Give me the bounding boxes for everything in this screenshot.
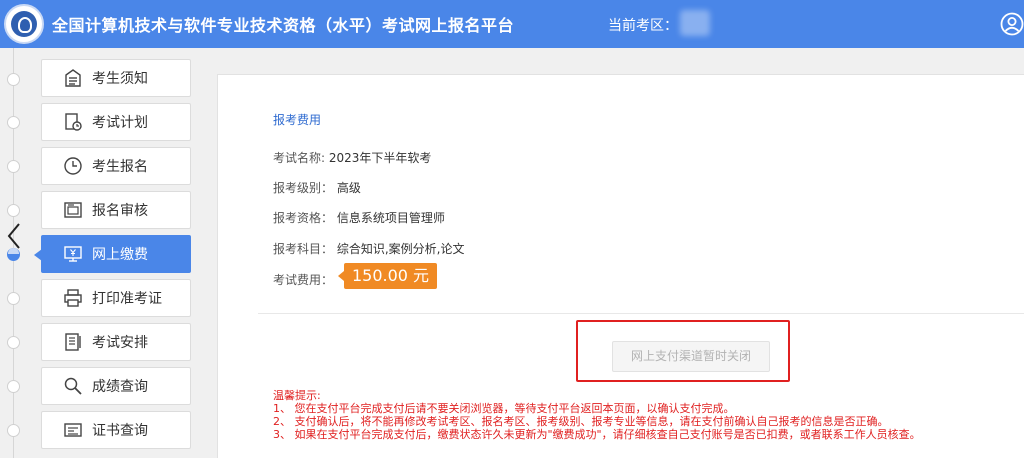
clock-icon xyxy=(62,155,84,177)
certificate-icon xyxy=(62,419,84,441)
chevron-left-icon[interactable] xyxy=(6,222,22,255)
user-icon[interactable] xyxy=(1000,12,1024,36)
sidebar-item-payment[interactable]: 网上缴费 xyxy=(34,235,191,273)
notice-icon xyxy=(62,67,84,89)
sidebar-item-review[interactable]: 报名审核 xyxy=(41,191,191,229)
level-value: 高级 xyxy=(336,181,361,195)
warm-tips: 温馨提示: 1、 您在支付平台完成支付后请不要关闭浏览器，等待支付平台返回本页面… xyxy=(273,389,921,441)
timeline-dot xyxy=(7,292,20,305)
sidebar-item-score-query[interactable]: 成绩查询 xyxy=(41,367,191,405)
app-title: 全国计算机技术与软件专业技术资格（水平）考试网上报名平台 xyxy=(52,16,515,35)
payment-panel: 报考费用 考试名称: 2023年下半年软考 报考级别： 高级 报考资格： 信息系… xyxy=(217,74,1024,458)
fee-row: 考试费用： xyxy=(273,273,334,287)
printer-icon xyxy=(62,287,84,309)
qualification-row: 报考资格： 信息系统项目管理师 xyxy=(273,211,445,225)
timeline-dot xyxy=(7,204,20,217)
sidebar-item-notice[interactable]: 考生须知 xyxy=(41,59,191,97)
timeline-dot xyxy=(7,336,20,349)
exam-name-value: 2023年下半年软考 xyxy=(328,151,432,165)
tip-item-2: 2、 支付确认后，将不能再修改考试考区、报名考区、报考级别、报考专业等信息，请在… xyxy=(273,415,889,428)
schedule-icon xyxy=(62,331,84,353)
current-region-label: 当前考区： xyxy=(608,18,678,34)
sidebar-item-schedule[interactable]: 考试安排 xyxy=(41,323,191,361)
timeline-dot xyxy=(7,116,20,129)
subjects-row: 报考科目： 综合知识,案例分析,论文 xyxy=(273,242,465,256)
qualification-value: 信息系统项目管理师 xyxy=(336,211,445,225)
payment-icon xyxy=(62,243,84,265)
pay-online-button[interactable]: 网上支付渠道暂时关闭 xyxy=(612,341,770,372)
exam-name-row: 考试名称: 2023年下半年软考 xyxy=(273,151,432,165)
timeline-dot xyxy=(7,424,20,437)
divider xyxy=(258,313,1024,314)
current-region-value xyxy=(680,10,710,36)
tip-item-3: 3、 如果在支付平台完成支付后，缴费状态许久未更新为"缴费成功"，请仔细核查自己… xyxy=(273,428,921,441)
logo xyxy=(4,4,44,44)
level-row: 报考级别： 高级 xyxy=(273,181,361,195)
header-bar: 全国计算机技术与软件专业技术资格（水平）考试网上报名平台 当前考区： xyxy=(0,0,1024,48)
fee-badge: 150.00 元 xyxy=(338,263,437,289)
tip-item-1: 1、 您在支付平台完成支付后请不要关闭浏览器，等待支付平台返回本页面，以确认支付… xyxy=(273,402,735,415)
tips-title: 温馨提示: xyxy=(273,389,321,402)
timeline-dot xyxy=(7,73,20,86)
sidebar-item-certificate-query[interactable]: 证书查询 xyxy=(41,411,191,449)
sidebar-item-plan[interactable]: 考试计划 xyxy=(41,103,191,141)
sidebar-item-print-ticket[interactable]: 打印准考证 xyxy=(41,279,191,317)
plan-icon xyxy=(62,111,84,133)
subjects-value: 综合知识,案例分析,论文 xyxy=(336,242,465,256)
timeline-dot xyxy=(7,380,20,393)
search-icon xyxy=(62,375,84,397)
sidebar-item-register[interactable]: 考生报名 xyxy=(41,147,191,185)
review-icon xyxy=(62,199,84,221)
timeline-dot xyxy=(7,160,20,173)
section-title: 报考费用 xyxy=(273,113,322,127)
